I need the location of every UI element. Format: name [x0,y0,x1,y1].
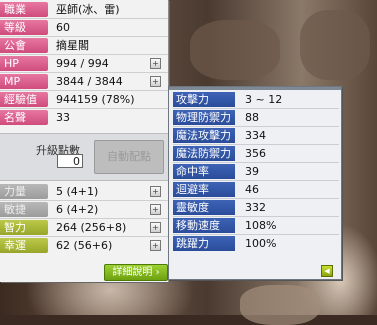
detail-row: 跳躍力 100% [173,235,339,251]
dex-value: 6 (4+2) [56,202,99,216]
mp-value: 3844 / 3844 [56,74,123,88]
hands-value: 332 [245,200,266,214]
accuracy-label: 命中率 [173,163,235,179]
stat-row-guild: 公會 摘星閣 [0,37,168,53]
str-plus-button[interactable]: + [150,186,161,197]
dex-label: 敏捷 [0,201,48,217]
auto-assign-button[interactable]: 自動配點 [94,140,164,174]
stat-row-int: 智力 264 (256+8) [0,219,168,235]
hp-label: HP [0,55,48,71]
speed-value: 108% [245,218,277,232]
stat-row-str: 力量 5 (4+1) [0,183,168,199]
detail-stat-panel: 攻擊力 3 ~ 12 物理防禦力 88 魔法攻擊力 334 魔法防禦力 356 … [168,86,342,280]
magic-defense-label: 魔法防禦力 [173,145,235,161]
avoidability-label: 迴避率 [173,181,235,197]
exp-label: 經驗值 [0,91,48,107]
detail-row: 物理防禦力 88 [173,109,339,125]
magic-attack-label: 魔法攻擊力 [173,127,235,143]
stat-row-hp: HP 994 / 994 [0,55,168,71]
detail-row: 迴避率 46 [173,181,339,197]
stat-row-level: 等級 60 [0,19,168,35]
int-plus-button[interactable]: + [150,222,161,233]
avoidability-value: 46 [245,182,259,196]
fame-label: 名聲 [0,109,48,125]
magic-defense-value: 356 [245,146,266,160]
job-label: 職業 [0,1,48,17]
detail-row: 魔法防禦力 356 [173,145,339,161]
detail-row: 攻擊力 3 ~ 12 [173,91,339,107]
mp-plus-button[interactable]: + [150,76,161,87]
background-rock [300,10,370,80]
stat-row-luk: 幸運 62 (56+6) [0,237,168,253]
luk-value: 62 (56+6) [56,238,113,252]
stat-row-mp: MP 3844 / 3844 [0,73,168,89]
fame-value: 33 [56,110,70,124]
ability-point-value: 0 [57,154,83,168]
detail-row: 靈敏度 332 [173,199,339,215]
weapon-defense-value: 88 [245,110,259,124]
collapse-arrow-icon[interactable]: ◀ [321,265,333,277]
attack-value: 3 ~ 12 [245,92,283,106]
character-stat-window: 職業 巫師(冰、雷) 等級 60 公會 摘星閣 HP 994 / 994 + M… [0,0,169,282]
ability-point-section: 升級點數 0 自動配點 [0,133,168,181]
level-label: 等級 [0,19,48,35]
hp-plus-button[interactable]: + [150,58,161,69]
stat-row-fame: 名聲 33 [0,109,168,125]
mp-label: MP [0,73,48,89]
int-label: 智力 [0,219,48,235]
guild-value: 摘星閣 [56,39,89,52]
int-value: 264 (256+8) [56,220,127,234]
speed-label: 移動速度 [173,217,235,233]
accuracy-value: 39 [245,164,259,178]
str-value: 5 (4+1) [56,184,99,198]
hands-label: 靈敏度 [173,199,235,215]
stat-row-job: 職業 巫師(冰、雷) [0,1,168,17]
magic-attack-value: 334 [245,128,266,142]
detail-row: 魔法攻擊力 334 [173,127,339,143]
jump-value: 100% [245,236,277,250]
detail-row: 移動速度 108% [173,217,339,233]
exp-value: 944159 (78%) [56,92,135,106]
hp-value: 994 / 994 [56,56,109,70]
dex-plus-button[interactable]: + [150,204,161,215]
str-label: 力量 [0,183,48,199]
level-value: 60 [56,20,70,34]
background-rock [240,285,320,325]
guild-label: 公會 [0,37,48,53]
background-rock [190,20,280,80]
attack-label: 攻擊力 [173,91,235,107]
stat-row-dex: 敏捷 6 (4+2) [0,201,168,217]
jump-label: 跳躍力 [173,235,235,251]
luk-plus-button[interactable]: + [150,240,161,251]
detail-row: 命中率 39 [173,163,339,179]
job-value: 巫師(冰、雷) [56,3,120,16]
panel-topbar [169,87,341,90]
luk-label: 幸運 [0,237,48,253]
stat-row-exp: 經驗值 944159 (78%) [0,91,168,107]
weapon-defense-label: 物理防禦力 [173,109,235,125]
detail-toggle-button[interactable]: 詳細說明 › [104,264,168,281]
